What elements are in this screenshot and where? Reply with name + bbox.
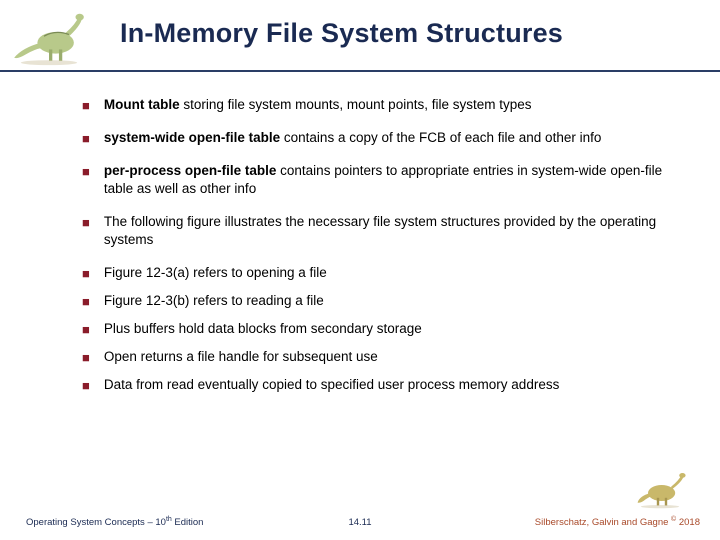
bullet-list: ■ Mount table storing file system mounts… [82,96,692,409]
list-item: ■ Plus buffers hold data blocks from sec… [82,320,692,338]
square-bullet-icon: ■ [82,377,90,394]
footer-right: Silberschatz, Galvin and Gagne © 2018 [535,516,700,528]
bullet-text: Figure 12-3(b) refers to reading a file [104,292,692,310]
bullet-text: per-process open-file table contains poi… [104,162,692,198]
square-bullet-icon: ■ [82,130,90,147]
list-item: ■ Open returns a file handle for subsequ… [82,348,692,366]
square-bullet-icon: ■ [82,293,90,310]
square-bullet-icon: ■ [82,163,90,180]
page-number: 14.11 [348,517,371,528]
list-item: ■ The following figure illustrates the n… [82,213,692,249]
bullet-text: The following figure illustrates the nec… [104,213,692,249]
bullet-text: Figure 12-3(a) refers to opening a file [104,264,692,282]
square-bullet-icon: ■ [82,265,90,282]
square-bullet-icon: ■ [82,97,90,114]
bullet-text: Mount table storing file system mounts, … [104,96,692,114]
slide-title: In-Memory File System Structures [120,18,563,49]
square-bullet-icon: ■ [82,214,90,231]
bullet-text: system-wide open-file table contains a c… [104,129,692,147]
slide-footer: Operating System Concepts – 10th Edition… [0,504,720,528]
footer-left: Operating System Concepts – 10th Edition [26,516,203,528]
dinosaur-left-icon [6,8,92,66]
bullet-text: Plus buffers hold data blocks from secon… [104,320,692,338]
list-item: ■ Mount table storing file system mounts… [82,96,692,114]
bullet-text: Open returns a file handle for subsequen… [104,348,692,366]
list-item: ■ per-process open-file table contains p… [82,162,692,198]
list-item: ■ Figure 12-3(a) refers to opening a fil… [82,264,692,282]
bullet-text: Data from read eventually copied to spec… [104,376,692,394]
slide-header: In-Memory File System Structures [0,0,720,72]
square-bullet-icon: ■ [82,321,90,338]
square-bullet-icon: ■ [82,349,90,366]
list-item: ■ system-wide open-file table contains a… [82,129,692,147]
list-item: ■ Figure 12-3(b) refers to reading a fil… [82,292,692,310]
list-item: ■ Data from read eventually copied to sp… [82,376,692,394]
